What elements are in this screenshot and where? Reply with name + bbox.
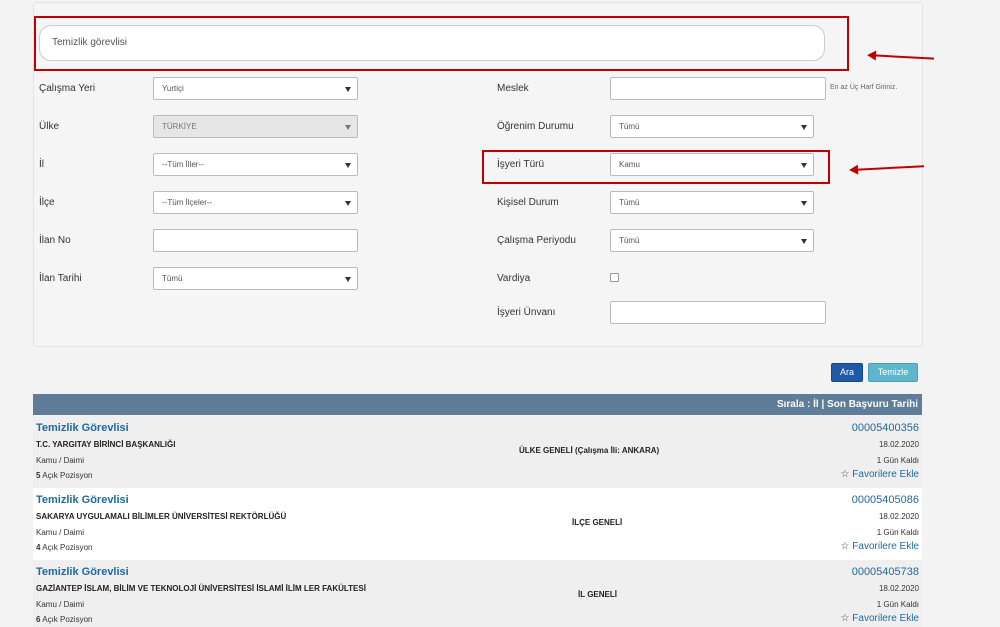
positions-label: Açık Pozisyon xyxy=(42,543,93,552)
job-scope: İL GENELİ xyxy=(578,590,617,599)
input-ilan-no[interactable] xyxy=(153,229,358,252)
favorite-label: Favorilere Ekle xyxy=(852,469,919,480)
input-isyeri-unvani[interactable] xyxy=(610,301,826,324)
label-ilce: İlçe xyxy=(39,197,55,208)
job-scope: ÜLKE GENELİ (Çalışma İli: ANKARA) xyxy=(519,446,660,455)
select-value: --Tüm İlçeler-- xyxy=(162,198,213,207)
label-il: İl xyxy=(39,159,44,170)
label-meslek: Meslek xyxy=(497,83,529,94)
employer-name: T.C. YARGITAY BİRİNCİ BAŞKANLIĞI xyxy=(36,440,176,449)
job-title-link[interactable]: Temizlik Görevlisi xyxy=(36,494,129,506)
select-value: --Tüm İller-- xyxy=(162,160,204,169)
days-left: 1 Gün Kaldı xyxy=(876,456,919,465)
positions-count: 4 xyxy=(36,543,41,552)
label-ilan-tarihi: İlan Tarihi xyxy=(39,273,82,284)
positions-label: Açık Pozisyon xyxy=(42,471,93,480)
label-ulke: Ülke xyxy=(39,121,60,132)
select-value: Tümü xyxy=(619,122,640,131)
add-favorite-link[interactable]: ☆ Favorilere Ekle xyxy=(841,541,919,552)
chevron-down-icon xyxy=(801,125,807,130)
select-value: Tümü xyxy=(619,236,640,245)
select-ilce[interactable]: --Tüm İlçeler-- xyxy=(153,191,358,214)
deadline-date: 18.02.2020 xyxy=(878,584,919,593)
listing-number-link[interactable]: 00005400356 xyxy=(852,422,919,434)
add-favorite-link[interactable]: ☆ Favorilere Ekle xyxy=(841,613,919,624)
select-ilan-tarihi[interactable]: Tümü xyxy=(153,267,358,290)
label-ogrenim-durumu: Öğrenim Durumu xyxy=(497,121,574,132)
label-calisma-periyodu: Çalışma Periyodu xyxy=(497,235,576,246)
search-highlight-box xyxy=(34,16,849,71)
employment-type: Kamu / Daimi xyxy=(36,600,85,609)
isyeri-turu-highlight-box xyxy=(482,150,830,184)
deadline-date: 18.02.2020 xyxy=(878,512,919,521)
list-item: Temizlik Görevlisi T.C. YARGITAY BİRİNCİ… xyxy=(33,416,922,488)
open-positions: 6 Açık Pozisyon xyxy=(36,615,92,624)
select-calisma-yeri[interactable]: Yurtiçi xyxy=(153,77,358,100)
select-value: TÜRKİYE xyxy=(162,122,197,131)
meslek-hint: En az Üç Harf Giriniz. xyxy=(830,84,898,91)
star-icon: ☆ xyxy=(840,613,850,624)
label-vardiya: Vardiya xyxy=(497,273,531,284)
select-value: Tümü xyxy=(619,198,640,207)
label-isyeri-unvani: İşyeri Ünvanı xyxy=(497,307,556,318)
results-header: Sırala : İl | Son Başvuru Tarihi xyxy=(33,394,922,415)
open-positions: 5 Açık Pozisyon xyxy=(36,471,92,480)
select-ulke: TÜRKİYE xyxy=(153,115,358,138)
sort-separator: | xyxy=(821,399,825,410)
select-value: Tümü xyxy=(162,274,183,283)
clear-button[interactable]: Temizle xyxy=(868,363,918,382)
days-left: 1 Gün Kaldı xyxy=(876,528,919,537)
label-calisma-yeri: Çalışma Yeri xyxy=(39,83,96,94)
sort-il-link[interactable]: İl xyxy=(813,399,819,410)
select-calisma-periyodu[interactable]: Tümü xyxy=(610,229,814,252)
positions-count: 6 xyxy=(36,615,41,624)
job-title-link[interactable]: Temizlik Görevlisi xyxy=(36,422,129,434)
chevron-down-icon xyxy=(345,277,351,282)
days-left: 1 Gün Kaldı xyxy=(876,600,919,609)
list-item: Temizlik Görevlisi GAZİANTEP İSLAM, BİLİ… xyxy=(33,560,922,627)
job-scope: İLÇE GENELİ xyxy=(572,518,623,527)
label-ilan-no: İlan No xyxy=(39,235,71,246)
add-favorite-link[interactable]: ☆ Favorilere Ekle xyxy=(841,469,919,480)
listing-number-link[interactable]: 00005405738 xyxy=(852,566,919,578)
select-kisisel-durum[interactable]: Tümü xyxy=(610,191,814,214)
chevron-down-icon xyxy=(801,201,807,206)
employment-type: Kamu / Daimi xyxy=(36,456,85,465)
listing-number-link[interactable]: 00005405086 xyxy=(852,494,919,506)
favorite-label: Favorilere Ekle xyxy=(852,541,919,552)
positions-label: Açık Pozisyon xyxy=(42,615,93,624)
select-ogrenim-durumu[interactable]: Tümü xyxy=(610,115,814,138)
sort-date-link[interactable]: Son Başvuru Tarihi xyxy=(827,399,918,410)
chevron-down-icon xyxy=(345,125,351,130)
search-button[interactable]: Ara xyxy=(831,363,863,382)
select-value: Yurtiçi xyxy=(162,84,184,93)
star-icon: ☆ xyxy=(840,469,850,480)
chevron-down-icon xyxy=(345,201,351,206)
positions-count: 5 xyxy=(36,471,41,480)
list-item: Temizlik Görevlisi SAKARYA UYGULAMALI Bİ… xyxy=(33,488,922,560)
chevron-down-icon xyxy=(801,239,807,244)
deadline-date: 18.02.2020 xyxy=(878,440,919,449)
employer-name: SAKARYA UYGULAMALI BİLİMLER ÜNİVERSİTESİ… xyxy=(36,512,287,521)
sort-prefix: Sırala : xyxy=(776,399,811,410)
label-kisisel-durum: Kişisel Durum xyxy=(497,197,559,208)
star-icon: ☆ xyxy=(840,541,850,552)
chevron-down-icon xyxy=(345,87,351,92)
select-il[interactable]: --Tüm İller-- xyxy=(153,153,358,176)
input-meslek[interactable] xyxy=(610,77,826,100)
chevron-down-icon xyxy=(345,163,351,168)
checkbox-vardiya[interactable] xyxy=(610,273,619,282)
open-positions: 4 Açık Pozisyon xyxy=(36,543,92,552)
employer-name: GAZİANTEP İSLAM, BİLİM VE TEKNOLOJİ ÜNİV… xyxy=(36,584,366,593)
job-title-link[interactable]: Temizlik Görevlisi xyxy=(36,566,129,578)
employment-type: Kamu / Daimi xyxy=(36,528,85,537)
favorite-label: Favorilere Ekle xyxy=(852,613,919,624)
